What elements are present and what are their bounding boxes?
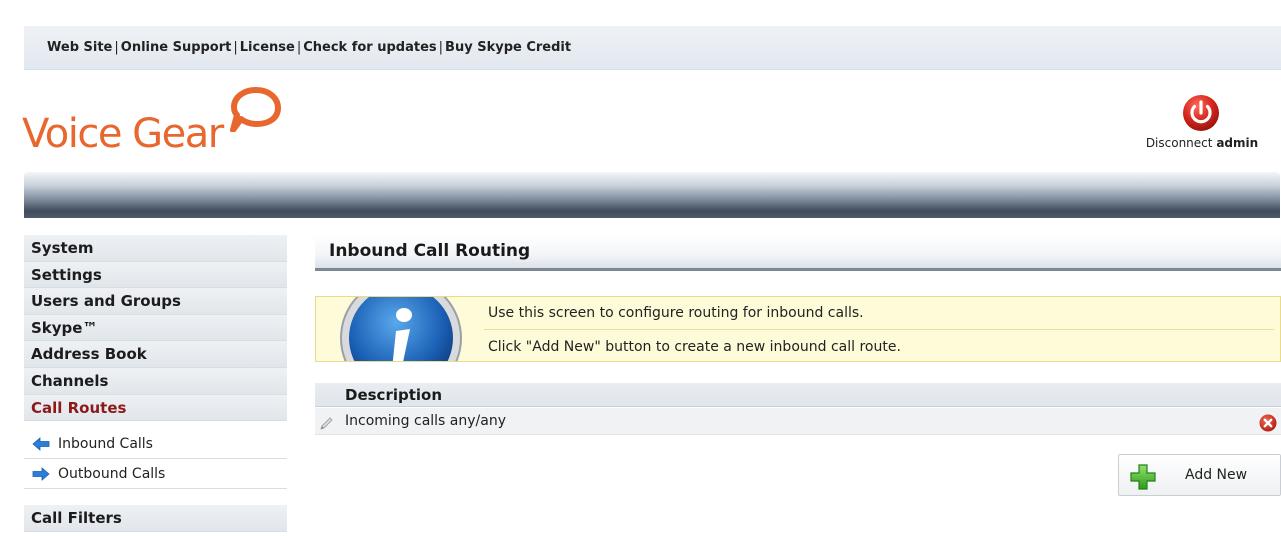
- disconnect-link[interactable]: Disconnect admin: [1132, 136, 1272, 150]
- top-links-bar: Web Site | Online Support | License | Check fo…: [24, 26, 1281, 70]
- logo-text: Voice Gear: [22, 111, 224, 157]
- row-description: Incoming calls any/any: [345, 413, 506, 429]
- power-icon[interactable]: [1182, 94, 1220, 132]
- username: admin: [1216, 136, 1259, 150]
- sidebar-subitem-inbound-calls[interactable]: Inbound Calls: [24, 429, 287, 460]
- delete-icon[interactable]: [1259, 414, 1277, 432]
- link-web-site[interactable]: Web Site: [47, 40, 112, 55]
- sidebar-item-channels[interactable]: Channels: [24, 367, 287, 395]
- disconnect-label: Disconnect: [1145, 136, 1213, 150]
- speech-bubble-icon: [230, 87, 281, 132]
- info-box: Use this screen to configure routing for…: [315, 296, 1281, 362]
- column-header-description: Description: [345, 386, 443, 404]
- add-new-label: Add New: [1185, 467, 1248, 483]
- link-buy-skype-credit[interactable]: Buy Skype Credit: [445, 40, 571, 55]
- sidebar: System Settings Users and Groups Skype™ …: [24, 235, 287, 532]
- top-links: Web Site | Online Support | License | Check fo…: [47, 40, 572, 55]
- header-band: [24, 172, 1280, 218]
- disconnect-area: Disconnect admin: [1132, 92, 1272, 156]
- sidebar-subitem-outbound-calls[interactable]: Outbound Calls: [24, 459, 287, 490]
- sidebar-item-system[interactable]: System: [24, 235, 287, 262]
- call-routes-submenu: Inbound Calls Outbound Calls: [24, 421, 287, 490]
- edit-icon[interactable]: [319, 415, 335, 431]
- plus-icon: [1130, 464, 1156, 490]
- link-online-support[interactable]: Online Support: [121, 40, 232, 55]
- page-title: Inbound Call Routing: [329, 241, 531, 261]
- sidebar-item-call-filters[interactable]: Call Filters: [24, 505, 287, 532]
- section-header: Inbound Call Routing: [315, 235, 1281, 271]
- info-icon: [340, 297, 462, 361]
- inbound-calls-label: Inbound Calls: [58, 435, 153, 452]
- add-new-button[interactable]: Add New: [1118, 454, 1281, 496]
- table-row[interactable]: Incoming calls any/any: [315, 408, 1281, 435]
- info-text-line1: Use this screen to configure routing for…: [488, 305, 864, 321]
- arrow-left-icon: [32, 436, 50, 451]
- link-license[interactable]: License: [240, 40, 295, 55]
- sidebar-item-skype[interactable]: Skype™: [24, 314, 287, 342]
- voicegear-logo: Voice Gear: [22, 86, 292, 166]
- info-text-line2: Click "Add New" button to create a new i…: [488, 339, 901, 355]
- sidebar-item-users-groups[interactable]: Users and Groups: [24, 288, 287, 315]
- outbound-calls-label: Outbound Calls: [58, 465, 166, 482]
- table-header: Description: [315, 383, 1281, 407]
- sidebar-item-settings[interactable]: Settings: [24, 261, 287, 289]
- link-check-updates[interactable]: Check for updates: [303, 40, 436, 55]
- sidebar-item-address-book[interactable]: Address Book: [24, 341, 287, 368]
- sidebar-item-call-routes[interactable]: Call Routes: [24, 394, 287, 422]
- info-divider: [484, 329, 1274, 330]
- arrow-right-icon: [32, 466, 50, 481]
